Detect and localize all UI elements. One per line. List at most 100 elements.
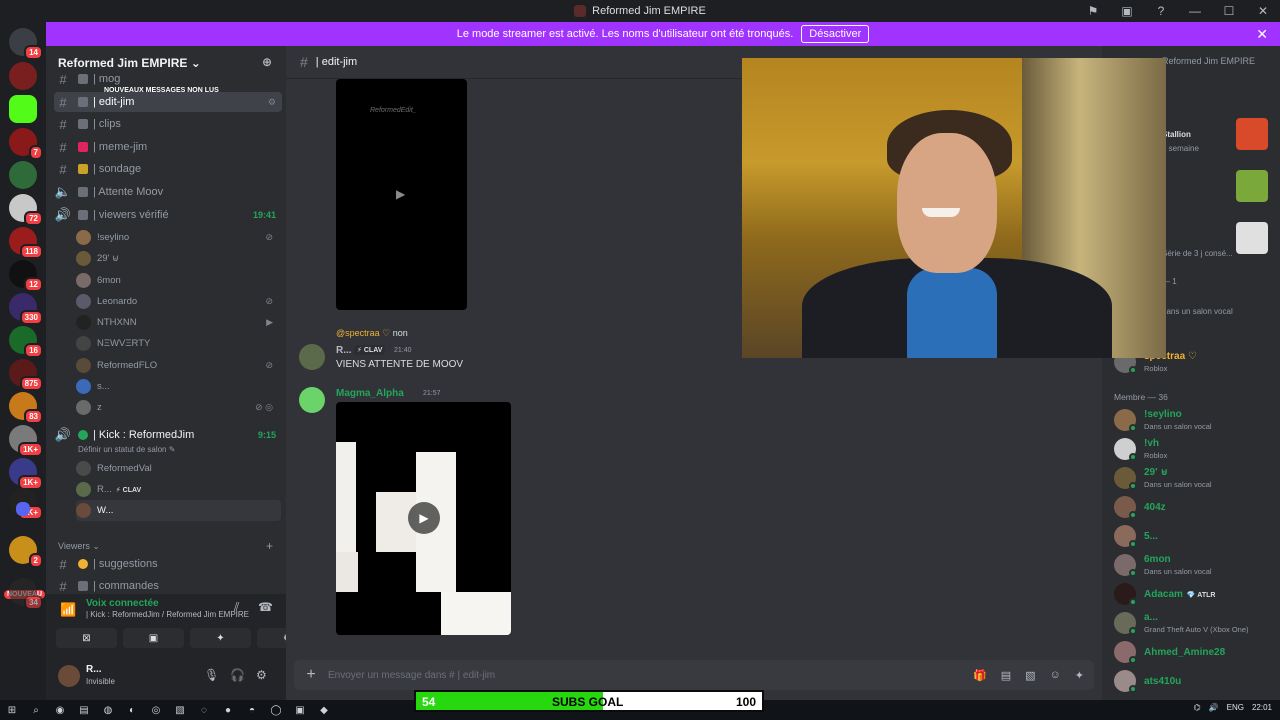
member-item[interactable]: 5...: [1114, 522, 1276, 550]
disable-streamer-button[interactable]: Désactiver: [801, 25, 870, 43]
gear-icon[interactable]: ⚙: [256, 668, 267, 682]
server-icon[interactable]: 12: [9, 260, 43, 292]
home-button[interactable]: 14: [9, 28, 43, 60]
app-icon[interactable]: ▣: [288, 705, 312, 716]
chrome-icon[interactable]: ◉: [48, 705, 72, 716]
add-member-icon[interactable]: ⊕: [262, 55, 272, 69]
voice-user[interactable]: 6mon: [76, 270, 281, 291]
voice-user[interactable]: NΞWVΞRTY: [76, 333, 281, 354]
apps-icon[interactable]: ✦: [1075, 669, 1084, 682]
avatar[interactable]: [299, 387, 325, 413]
channel-commandes[interactable]: # | commandes: [54, 576, 282, 594]
volume-icon[interactable]: 🔊: [1209, 703, 1219, 712]
add-attachment-icon[interactable]: +: [294, 666, 328, 684]
server-search[interactable]: Reformed Jim EMPIRE: [1162, 56, 1255, 66]
folder-icon[interactable]: [16, 502, 30, 516]
app-icon[interactable]: ◓: [240, 705, 264, 716]
category-viewers[interactable]: Viewers ⌄ +: [58, 539, 273, 553]
minimize-button[interactable]: —: [1178, 4, 1212, 18]
channel-edit-jim[interactable]: # | edit-jim ⚙: [54, 92, 282, 112]
server-icon[interactable]: [9, 62, 37, 90]
channel-meme-jim[interactable]: # | meme-jim: [54, 137, 282, 157]
voice-channel-path[interactable]: | Kick : ReformedJim / Reformed Jim EMPI…: [86, 610, 249, 619]
app-icon[interactable]: ◌: [192, 705, 216, 716]
windows-start-icon[interactable]: ⊞: [0, 705, 24, 716]
network-icon[interactable]: ⌬: [1194, 703, 1201, 712]
video-attachment[interactable]: ▶: [336, 402, 511, 635]
member-item[interactable]: Adacam 💎 ATLR: [1114, 580, 1276, 608]
voice-user[interactable]: R... ⚡ CLAV: [76, 479, 281, 500]
gift-icon[interactable]: 🎁: [973, 669, 987, 682]
channel-mog[interactable]: # | mog: [54, 69, 282, 89]
server-icon[interactable]: 83: [9, 392, 43, 424]
member-item[interactable]: Ahmed_Amine28: [1114, 638, 1276, 666]
video-attachment[interactable]: ReformedEdit_ ▶: [336, 79, 467, 310]
close-window-button[interactable]: ✕: [1246, 4, 1280, 18]
app-icon[interactable]: ◯: [264, 705, 288, 716]
channel-viewers-verifie[interactable]: 🔊 | viewers vérifié 19:41: [54, 205, 282, 225]
camera-off-button[interactable]: ⊠: [56, 628, 117, 648]
discord-icon[interactable]: ◍: [96, 705, 120, 716]
gif-icon[interactable]: ▤: [1001, 669, 1011, 682]
server-icon[interactable]: 330: [9, 293, 43, 325]
channel-kick[interactable]: 🔊 | Kick : ReformedJim 9:15: [54, 425, 282, 445]
activity-image[interactable]: [1236, 222, 1268, 254]
avatar[interactable]: [58, 665, 80, 687]
voice-user[interactable]: z ⊘ ◎: [76, 397, 281, 418]
message-composer[interactable]: + Envoyer un message dans # | edit-jim 🎁…: [294, 660, 1094, 690]
unread-messages-tag[interactable]: NOUVEAUX MESSAGES NON LUS: [104, 87, 219, 94]
search-icon[interactable]: ⌕: [24, 705, 48, 716]
server-icon[interactable]: 1K+: [9, 425, 43, 457]
headphones-icon[interactable]: 🎧: [230, 668, 245, 682]
channel-settings-icon[interactable]: ⚙: [268, 97, 276, 108]
server-icon[interactable]: 1K+: [9, 458, 43, 490]
voice-user[interactable]: NTHXNN ▶: [76, 312, 281, 333]
voice-user[interactable]: !seylino ⊘: [76, 227, 281, 248]
member-item[interactable]: 6mon Dans un salon vocal: [1114, 551, 1276, 579]
play-icon[interactable]: ▶: [408, 502, 440, 534]
maximize-button[interactable]: ☐: [1212, 4, 1246, 18]
member-item[interactable]: !vh Roblox: [1114, 435, 1276, 463]
voice-user[interactable]: W...: [76, 500, 281, 521]
voice-user[interactable]: 29' ⊌: [76, 248, 281, 269]
server-icon[interactable]: 72: [9, 194, 43, 226]
emoji-icon[interactable]: ☺: [1050, 669, 1061, 682]
server-icon[interactable]: 2: [9, 536, 43, 568]
app-icon[interactable]: ▧: [168, 705, 192, 716]
disconnect-icon[interactable]: ☎: [258, 600, 273, 614]
noise-suppression-icon[interactable]: ⫽: [234, 600, 239, 615]
microphone-icon[interactable]: 🎙: [204, 668, 219, 682]
channel-status-prompt[interactable]: Définir un statut de salon ✎: [78, 445, 175, 454]
activities-button[interactable]: ✦: [190, 628, 251, 648]
server-icon[interactable]: [9, 161, 37, 189]
play-icon[interactable]: ▶: [396, 187, 405, 201]
voice-user[interactable]: Leonardo ⊘: [76, 291, 281, 312]
member-item[interactable]: ats410u: [1114, 667, 1276, 695]
screen-share-button[interactable]: ▣: [123, 628, 184, 648]
server-icon[interactable]: 34: [9, 578, 43, 610]
app-icon[interactable]: ◐: [120, 705, 144, 716]
server-icon[interactable]: [9, 95, 37, 123]
language-indicator[interactable]: ENG: [1227, 703, 1244, 712]
message-author[interactable]: R...: [336, 345, 352, 356]
channel-clips[interactable]: # | clips: [54, 114, 282, 134]
reply-preview[interactable]: @spectraa ♡ non: [336, 328, 408, 339]
voice-user[interactable]: ReformedFLO ⊘: [76, 355, 281, 376]
close-icon[interactable]: ✕: [1256, 26, 1268, 43]
screen-icon[interactable]: ▣: [1110, 4, 1144, 18]
help-icon[interactable]: ?: [1144, 4, 1178, 18]
member-item[interactable]: 404z: [1114, 493, 1276, 521]
sticker-icon[interactable]: ▧: [1025, 669, 1035, 682]
activity-image[interactable]: [1236, 118, 1268, 150]
member-item[interactable]: 29' ⊌ Dans un salon vocal: [1114, 464, 1276, 492]
server-icon[interactable]: 118: [9, 227, 43, 259]
add-channel-icon[interactable]: +: [266, 539, 273, 553]
message-author[interactable]: Magma_Alpha: [336, 388, 404, 399]
inbox-icon[interactable]: ⚑: [1076, 4, 1110, 18]
channel-attente-moov[interactable]: 🔈 | Attente Moov: [54, 182, 282, 202]
member-item[interactable]: !seylino Dans un salon vocal: [1114, 406, 1276, 434]
voice-user[interactable]: s...: [76, 376, 281, 397]
app-icon[interactable]: ▤: [72, 705, 96, 716]
app-icon[interactable]: ◎: [144, 705, 168, 716]
avatar[interactable]: [299, 344, 325, 370]
